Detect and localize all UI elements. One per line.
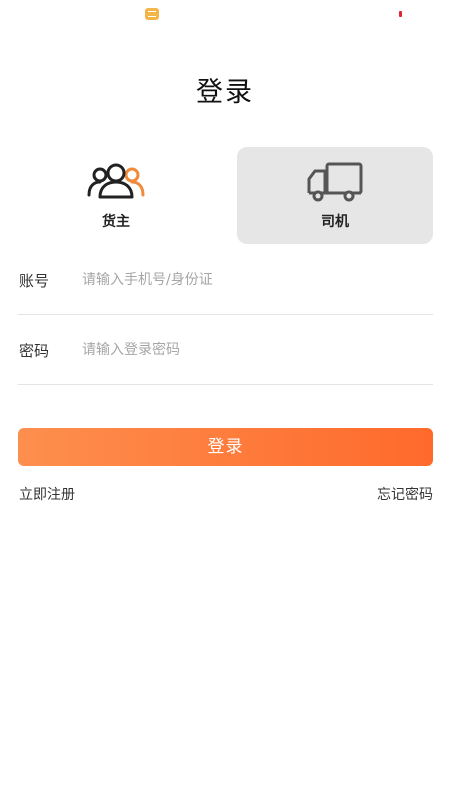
role-driver-option[interactable]: 司机: [237, 147, 433, 244]
page-title: 登录: [196, 77, 254, 108]
role-owner-option[interactable]: 货主: [18, 147, 214, 244]
message-icon: [145, 8, 159, 20]
account-input[interactable]: [82, 268, 422, 292]
password-label: 密码: [19, 342, 50, 360]
forgot-password-link[interactable]: 忘记密码: [377, 484, 433, 504]
login-screen: 登录 货主 司机 账号 请输入手机号/身份证 密码 登录 立即注册 忘记密码: [0, 0, 450, 800]
password-row: 密码: [18, 316, 433, 385]
battery-low-icon: [399, 11, 402, 17]
password-input[interactable]: [82, 338, 422, 362]
role-driver-label: 司机: [321, 214, 349, 230]
register-link[interactable]: 立即注册: [19, 484, 75, 504]
role-owner-label: 货主: [102, 214, 130, 230]
truck-icon: [307, 162, 363, 202]
status-bar: [0, 0, 450, 28]
login-button[interactable]: 登录: [18, 428, 433, 466]
users-icon: [87, 163, 145, 199]
account-row: 账号: [18, 246, 433, 315]
account-label: 账号: [19, 272, 50, 290]
